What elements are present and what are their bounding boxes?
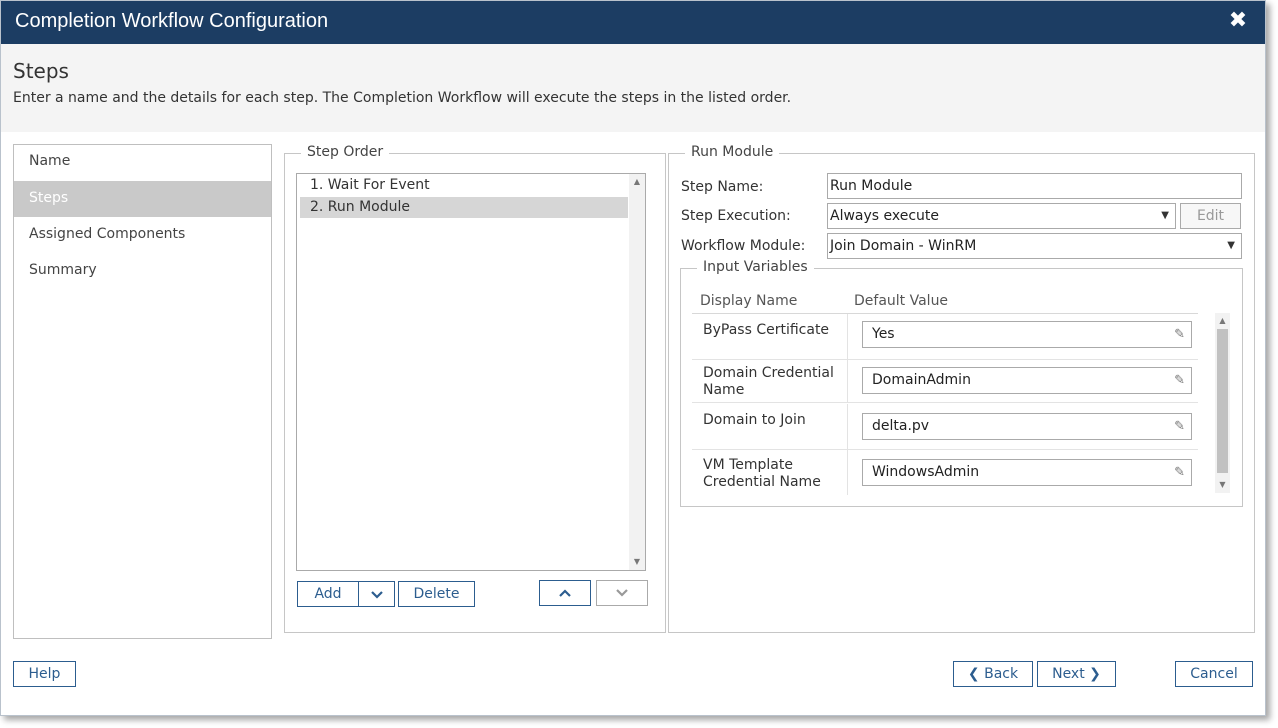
back-label: Back <box>984 666 1019 682</box>
nav-item-assigned-components[interactable]: Assigned Components <box>14 217 271 253</box>
scroll-down-icon[interactable]: ▼ <box>1215 477 1230 493</box>
step-list[interactable]: 1. Wait For Event 2. Run Module ▲ ▼ <box>296 173 646 571</box>
nav-item-summary[interactable]: Summary <box>14 253 271 289</box>
workflow-module-select[interactable]: Join Domain - WinRM ▼ <box>827 233 1242 259</box>
workflow-module-label: Workflow Module: <box>681 238 806 254</box>
edit-button[interactable]: Edit <box>1180 203 1241 229</box>
step-order-legend: Step Order <box>301 144 390 160</box>
list-item[interactable]: 2. Run Module <box>300 197 628 218</box>
cancel-button[interactable]: Cancel <box>1175 661 1253 687</box>
close-icon[interactable]: ✖ <box>1227 10 1249 32</box>
step-name-input[interactable]: Run Module <box>827 173 1242 199</box>
pencil-icon[interactable]: ✎ <box>1174 322 1185 347</box>
dropdown-arrow-icon: ▼ <box>1161 210 1169 221</box>
cell-divider <box>847 404 848 449</box>
scroll-down-icon[interactable]: ▼ <box>629 554 645 570</box>
scroll-up-icon[interactable]: ▲ <box>1215 313 1230 329</box>
pencil-icon[interactable]: ✎ <box>1174 368 1185 393</box>
help-button[interactable]: Help <box>13 661 76 687</box>
variable-value: DomainAdmin <box>872 372 971 388</box>
variable-value: delta.pv <box>872 418 930 434</box>
back-button[interactable]: ❮ Back <box>953 661 1033 687</box>
dialog-title: Completion Workflow Configuration <box>15 10 329 32</box>
completion-workflow-dialog: Completion Workflow Configuration ✖ Step… <box>0 0 1266 716</box>
input-variables-legend: Input Variables <box>697 259 814 275</box>
pencil-icon[interactable]: ✎ <box>1174 460 1185 485</box>
variables-scrollbar[interactable]: ▲ ▼ <box>1215 313 1230 493</box>
add-options-dropdown[interactable] <box>358 581 395 607</box>
step-execution-select[interactable]: Always execute ▼ <box>827 203 1176 229</box>
variable-name: ByPass Certificate <box>703 322 830 338</box>
cell-divider <box>847 357 848 402</box>
dropdown-arrow-icon: ▼ <box>1227 240 1235 251</box>
variable-value: WindowsAdmin <box>872 464 980 480</box>
step-list-scrollbar[interactable]: ▲ ▼ <box>629 174 645 570</box>
variable-name: Domain Credential Name <box>703 365 834 398</box>
table-row: VM Template Credential Name WindowsAdmin… <box>692 449 1198 495</box>
next-button[interactable]: Next ❯ <box>1037 661 1116 687</box>
list-item[interactable]: 1. Wait For Event <box>300 175 628 196</box>
variable-value-input[interactable]: Yes ✎ <box>862 321 1192 348</box>
add-step-button[interactable]: Add <box>297 581 359 607</box>
cell-divider <box>847 449 848 495</box>
chevron-up-icon <box>559 589 571 597</box>
page-header: Steps Enter a name and the details for e… <box>1 44 1265 132</box>
table-row: ByPass Certificate Yes ✎ <box>692 314 1198 360</box>
cell-divider <box>847 314 848 359</box>
nav-item-steps[interactable]: Steps <box>14 181 271 217</box>
chevron-down-icon <box>370 591 383 599</box>
variable-value-input[interactable]: DomainAdmin ✎ <box>862 367 1192 394</box>
variable-name: VM Template Credential Name <box>703 457 821 490</box>
step-name-label: Step Name: <box>681 179 764 195</box>
nav-item-name[interactable]: Name <box>14 144 271 180</box>
chevron-left-icon: ❮ <box>967 666 980 682</box>
pencil-icon[interactable]: ✎ <box>1174 414 1185 439</box>
wizard-nav: Name Steps Assigned Components Summary <box>13 144 272 639</box>
workflow-module-value: Join Domain - WinRM <box>830 238 977 254</box>
scrollbar-thumb[interactable] <box>1217 329 1228 473</box>
chevron-right-icon: ❯ <box>1089 666 1101 682</box>
chevron-down-icon <box>616 589 628 597</box>
table-row: Domain Credential Name DomainAdmin ✎ <box>692 357 1198 403</box>
scroll-up-icon[interactable]: ▲ <box>629 174 645 190</box>
column-header-display-name: Display Name <box>700 293 798 309</box>
title-bar: Completion Workflow Configuration ✖ <box>1 1 1265 44</box>
variable-value-input[interactable]: delta.pv ✎ <box>862 413 1192 440</box>
column-header-default-value: Default Value <box>854 293 949 309</box>
run-module-legend: Run Module <box>685 144 780 160</box>
table-row: Domain to Join delta.pv ✎ <box>692 404 1198 450</box>
page-description: Enter a name and the details for each st… <box>13 90 792 106</box>
variable-value-input[interactable]: WindowsAdmin ✎ <box>862 459 1192 486</box>
page-title: Steps <box>13 59 69 83</box>
next-label: Next <box>1052 666 1085 682</box>
variable-name: Domain to Join <box>703 412 806 428</box>
move-down-button[interactable] <box>596 580 648 606</box>
move-up-button[interactable] <box>539 580 591 606</box>
step-execution-label: Step Execution: <box>681 208 791 224</box>
delete-step-button[interactable]: Delete <box>398 581 475 607</box>
variable-value: Yes <box>872 326 895 342</box>
step-execution-value: Always execute <box>830 208 940 224</box>
